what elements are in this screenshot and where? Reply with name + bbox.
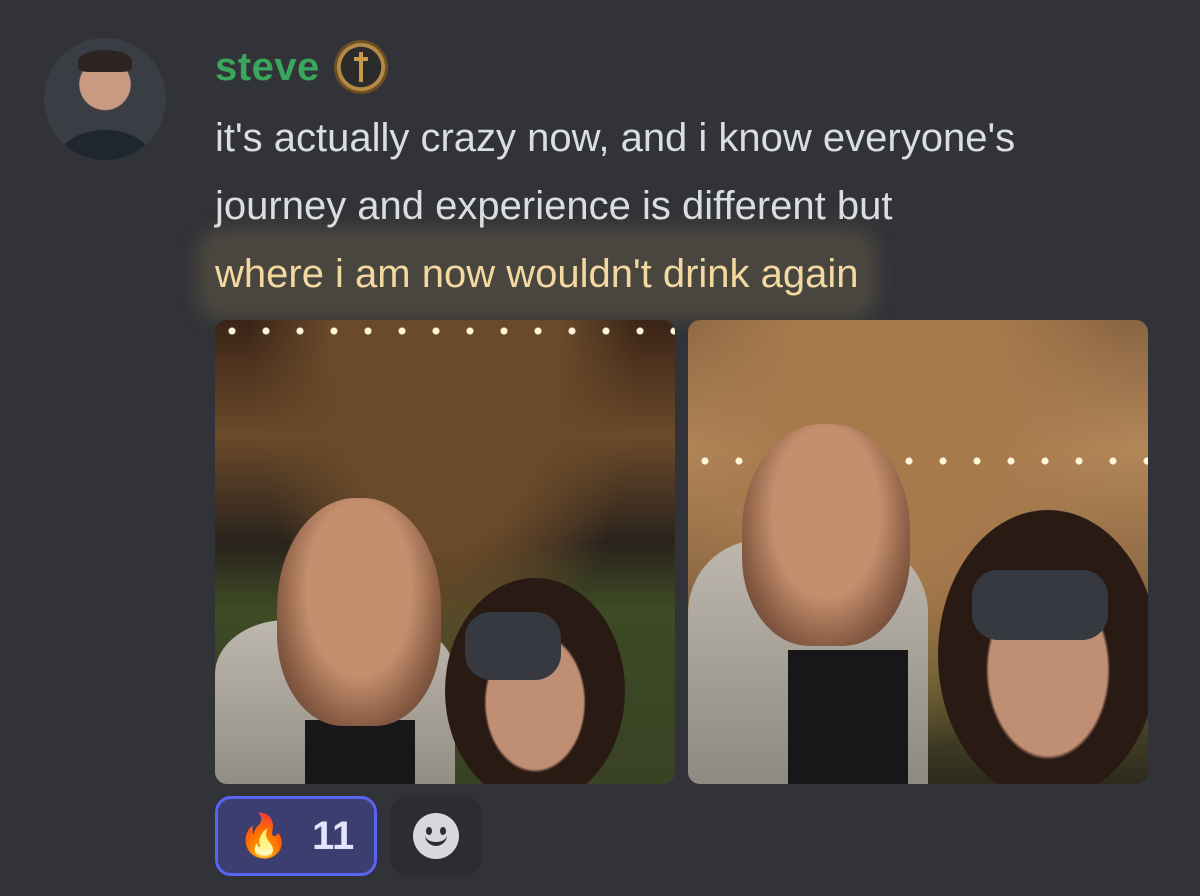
face-censor-box [972, 570, 1108, 640]
add-reaction-smiley-icon [413, 813, 459, 859]
string-lights [215, 326, 675, 336]
user-avatar[interactable] [44, 38, 166, 160]
username[interactable]: steve [215, 45, 320, 90]
reaction-fire[interactable]: 🔥 11 [215, 796, 377, 876]
chat-message: steve it's actually crazy now, and i kno… [0, 0, 1200, 896]
message-line-2: journey and experience is different but [215, 184, 893, 228]
woman-head [445, 578, 625, 784]
man-shirt [788, 650, 908, 784]
reactions-bar: 🔥 11 [215, 796, 481, 876]
man-shirt [305, 720, 415, 784]
smiley-right-eye [440, 827, 446, 835]
message-content: it's actually crazy now, and i know ever… [209, 104, 1175, 308]
smiley-left-eye [426, 827, 432, 835]
attachment-image-2[interactable] [688, 320, 1148, 784]
string-lights [688, 456, 1148, 466]
fire-emoji-icon: 🔥 [237, 811, 290, 860]
add-reaction-button[interactable] [391, 796, 481, 876]
avatar-shoulders [58, 130, 152, 160]
message-header: steve [215, 40, 388, 94]
man-face [742, 424, 910, 646]
avatar-hair [78, 50, 132, 72]
reaction-count: 11 [312, 813, 355, 858]
sword-badge-icon[interactable] [333, 40, 388, 94]
message-line-1: it's actually crazy now, and i know ever… [215, 116, 1016, 160]
woman-head [938, 510, 1148, 784]
message-line-3-highlighted: where i am now wouldn't drink again [209, 240, 865, 308]
man-face [277, 498, 441, 726]
attachment-image-1[interactable] [215, 320, 675, 784]
smiley-mouth [425, 835, 447, 846]
message-line-3-wrapper: where i am now wouldn't drink again [209, 240, 1175, 308]
face-censor-box [465, 612, 561, 680]
